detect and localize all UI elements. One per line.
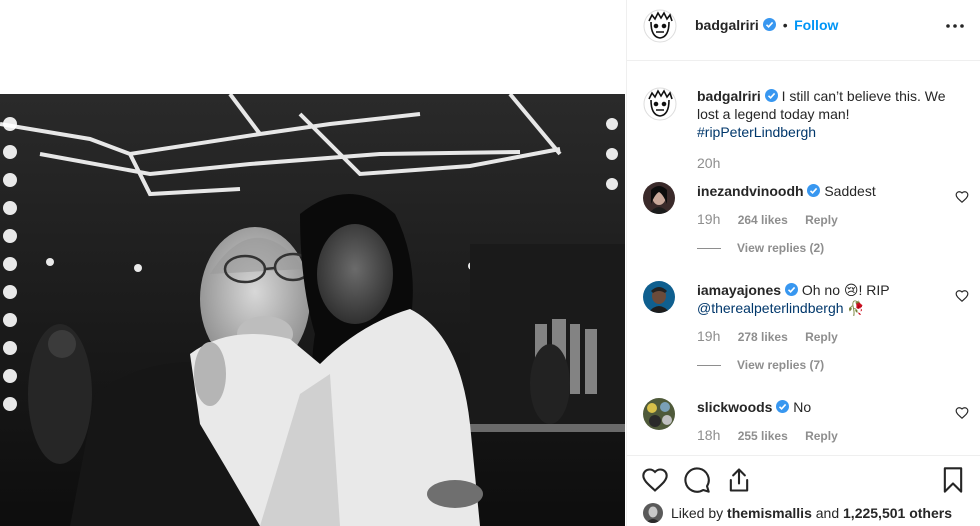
comment-text: Saddest xyxy=(824,183,876,199)
avatar-photo xyxy=(643,182,675,214)
comments-list: badgalriri I still can’t believe this. W… xyxy=(627,61,980,454)
verified-badge-icon xyxy=(764,88,778,102)
separator-dot: • xyxy=(782,17,788,33)
bookmark-icon[interactable] xyxy=(939,466,967,494)
avatar-photo xyxy=(643,503,663,523)
verified-badge-icon xyxy=(763,18,777,31)
comment-mention-link[interactable]: @therealpeterlindbergh xyxy=(697,300,844,316)
post-sidebar: badgalriri • Follow badgalriri I still c… xyxy=(626,0,980,526)
comment-body: iamayajones Oh no 😢! RIP @therealpeterli… xyxy=(697,281,947,374)
author-avatar[interactable] xyxy=(643,9,677,43)
commenter-username[interactable]: iamayajones xyxy=(697,282,781,298)
comment-like-heart-icon[interactable] xyxy=(955,190,969,204)
avatar-drawing-icon xyxy=(643,87,677,121)
verified-badge-icon xyxy=(776,399,790,413)
comment-body: slickwoods No 18h 255 likes Reply xyxy=(697,398,947,445)
header-title-row: badgalriri • Follow xyxy=(695,17,838,35)
comment-text: No xyxy=(793,399,812,415)
commenter-username[interactable]: slickwoods xyxy=(697,399,772,415)
comment-likes[interactable]: 278 likes xyxy=(738,330,788,344)
verified-badge-icon xyxy=(784,282,798,296)
comment-timestamp[interactable]: 19h xyxy=(697,328,720,344)
more-options-icon[interactable] xyxy=(943,14,967,38)
caption-timestamp[interactable]: 20h xyxy=(697,155,720,171)
likes-joiner: and xyxy=(815,505,840,521)
reply-button[interactable]: Reply xyxy=(805,213,838,227)
comment-meta: 19h 278 likes Reply xyxy=(697,327,947,346)
commenter-avatar[interactable] xyxy=(643,182,675,214)
post-photo[interactable] xyxy=(0,94,625,526)
post-action-bar xyxy=(627,455,980,500)
avatar-photo xyxy=(643,398,675,430)
comment-icon[interactable] xyxy=(683,466,711,494)
view-replies-label: View replies (7) xyxy=(737,358,825,372)
comment-timestamp[interactable]: 19h xyxy=(697,211,720,227)
caption-meta: 20h xyxy=(697,154,947,173)
comment-meta: 19h 264 likes Reply xyxy=(697,210,947,229)
commenter-avatar[interactable] xyxy=(643,281,675,313)
likes-count[interactable]: 1,225,501 others xyxy=(843,505,952,521)
commenter-avatar[interactable] xyxy=(643,398,675,430)
likes-prefix: Liked by xyxy=(671,505,724,521)
view-replies-label: View replies (2) xyxy=(737,241,825,255)
avatar-drawing-icon xyxy=(643,9,677,43)
avatar-photo xyxy=(643,281,675,313)
caption-avatar[interactable] xyxy=(643,87,677,121)
liker-avatar[interactable] xyxy=(643,503,663,523)
reply-button[interactable]: Reply xyxy=(805,330,838,344)
verified-badge-icon xyxy=(807,183,821,197)
author-username[interactable]: badgalriri xyxy=(695,17,759,33)
reply-button[interactable]: Reply xyxy=(805,429,838,443)
crying-emoji-icon: 😢 xyxy=(843,282,859,298)
wilted-rose-emoji-icon: 🥀 xyxy=(847,300,865,316)
comment-body: inezandvinoodh Saddest 19h 264 likes Rep… xyxy=(697,182,947,257)
post-header: badgalriri • Follow xyxy=(627,0,980,61)
follow-button[interactable]: Follow xyxy=(794,17,838,33)
photo-image xyxy=(0,94,625,526)
replies-divider xyxy=(697,247,721,249)
comment-text-after: ! RIP xyxy=(858,282,890,298)
liker-username[interactable]: themismallis xyxy=(727,505,812,521)
share-icon[interactable] xyxy=(725,466,753,494)
commenter-username[interactable]: inezandvinoodh xyxy=(697,183,804,199)
comment-likes[interactable]: 255 likes xyxy=(738,429,788,443)
comment-like-heart-icon[interactable] xyxy=(955,289,969,303)
comment-meta: 18h 255 likes Reply xyxy=(697,426,947,445)
heart-icon[interactable] xyxy=(641,466,669,494)
caption-username[interactable]: badgalriri xyxy=(697,88,761,104)
comment-text-before: Oh no xyxy=(801,282,844,298)
view-replies-button[interactable]: View replies (2) xyxy=(697,239,947,257)
comment-likes[interactable]: 264 likes xyxy=(738,213,788,227)
caption-body: badgalriri I still can’t believe this. W… xyxy=(697,87,947,173)
comment-like-heart-icon[interactable] xyxy=(955,406,969,420)
view-replies-button[interactable]: View replies (7) xyxy=(697,356,947,374)
caption-hashtag[interactable]: #ripPeterLindbergh xyxy=(697,124,816,140)
post-media-column xyxy=(0,0,625,526)
comment-timestamp[interactable]: 18h xyxy=(697,427,720,443)
replies-divider xyxy=(697,364,721,366)
likes-summary: Liked by themismallis and 1,225,501 othe… xyxy=(643,503,952,523)
